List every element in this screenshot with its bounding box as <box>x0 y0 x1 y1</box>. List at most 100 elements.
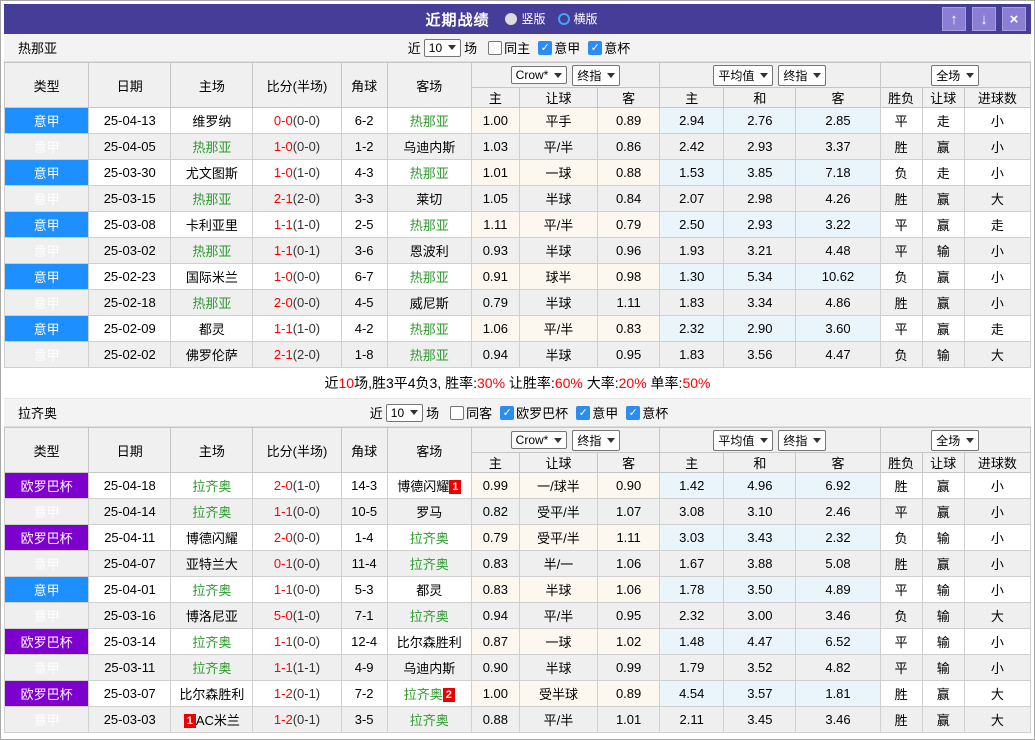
away-team-name: 威尼斯 <box>409 296 449 311</box>
fulltime-score: 2-1 <box>273 347 293 362</box>
fulltime-score: 1-0 <box>273 165 293 180</box>
column-header: 比分(半场) <box>252 62 342 108</box>
fulltime-score: 1-0 <box>273 139 293 154</box>
radio-label: 横版 <box>573 12 598 26</box>
result-wdl: 平 <box>879 211 923 238</box>
radio-icon <box>557 12 570 25</box>
result-goals: 小 <box>963 524 1032 551</box>
red-card-badge: 1 <box>449 480 462 494</box>
layout-radio-horizontal[interactable]: 横版 <box>557 10 598 27</box>
result-goals: 小 <box>963 289 1032 316</box>
match-date: 25-04-13 <box>88 107 172 134</box>
ah-line: 平/半 <box>518 315 599 342</box>
result-goals: 小 <box>963 263 1032 290</box>
score-cell: 0-0(0-0) <box>252 107 342 134</box>
filter-checkbox[interactable]: ✓ <box>500 405 515 420</box>
away-team-name: 博德闪耀 <box>397 479 450 494</box>
home-team: 拉齐奥 <box>170 498 254 525</box>
column-subheader: 主 <box>470 452 520 473</box>
filter-checkbox[interactable]: ✓ <box>626 405 641 420</box>
away-team: 拉齐奥 <box>386 602 472 629</box>
eu-draw-odds: 3.45 <box>723 706 797 733</box>
result-handicap: 赢 <box>921 472 965 499</box>
final-index-select[interactable]: 终指 <box>778 429 827 451</box>
eu-draw-odds: 3.85 <box>723 159 797 186</box>
halftime-score: (1-0) <box>292 165 321 180</box>
fulltime-score: 1-2 <box>273 686 293 701</box>
match-count-select[interactable]: 10 <box>385 403 424 422</box>
chevron-down-icon <box>813 437 822 443</box>
eu-away-odds: 10.62 <box>795 263 881 290</box>
match-row: 意甲 25-03-02 热那亚 1-1(0-1) 3-6 恩波利 0.93 半球 0.96 1.9… <box>3 237 1032 264</box>
ah-line: 半球 <box>518 237 599 264</box>
eu-draw-odds: 4.47 <box>723 628 797 655</box>
summary-segment: 60% <box>554 375 583 391</box>
final-index-select[interactable]: 终指 <box>778 64 827 86</box>
away-team: 莱切 <box>386 185 472 212</box>
filter-checkbox[interactable] <box>450 405 465 420</box>
chevron-down-icon <box>554 437 563 443</box>
bookmaker-select[interactable]: Crow* <box>510 66 568 84</box>
result-wdl: 胜 <box>879 550 923 577</box>
final-index-select[interactable]: 终指 <box>572 64 621 86</box>
ah-home-odds: 1.00 <box>470 680 520 707</box>
result-goals: 小 <box>963 237 1032 264</box>
result-goals: 大 <box>963 680 1032 707</box>
away-team: 乌迪内斯 <box>386 654 472 681</box>
ah-line: 一球 <box>518 628 599 655</box>
summary-segment: 50% <box>682 375 711 391</box>
column-subheader: 进球数 <box>963 87 1032 108</box>
league-type: 意甲 <box>3 341 90 368</box>
fulltime-select[interactable]: 全场 <box>931 429 980 451</box>
filter-checkbox[interactable]: ✓ <box>576 405 591 420</box>
fulltime-select[interactable]: 全场 <box>931 64 980 86</box>
chevron-down-icon <box>554 72 563 78</box>
move-down-button[interactable]: ↓ <box>972 7 996 31</box>
away-team-name: 拉齐奥 <box>409 557 449 572</box>
move-up-button[interactable]: ↑ <box>942 7 966 31</box>
average-select[interactable]: 平均值 <box>713 64 774 86</box>
eu-away-odds: 4.89 <box>795 576 881 603</box>
bookmaker-select[interactable]: Crow* <box>510 431 568 449</box>
eu-away-odds: 2.85 <box>795 107 881 134</box>
column-header: 类型 <box>3 427 90 473</box>
home-team-name: 佛罗伦萨 <box>185 348 238 363</box>
summary-segment: 20% <box>618 375 647 391</box>
league-type: 欧罗巴杯 <box>3 524 90 551</box>
halftime-score: (0-0) <box>292 556 321 571</box>
window-buttons: ↑ ↓ × <box>942 7 1026 31</box>
home-team-name: 拉齐奥 <box>192 479 232 494</box>
league-type: 意甲 <box>3 211 90 238</box>
ah-away-odds: 0.88 <box>597 159 661 186</box>
halftime-score: (1-0) <box>292 478 321 493</box>
odds-group-selects: Crow* 终指 <box>472 429 659 451</box>
away-team-name: 莱切 <box>416 192 443 207</box>
corner-score: 3-3 <box>340 185 388 212</box>
halftime-score: (1-0) <box>292 608 321 623</box>
filter-checkbox[interactable]: ✓ <box>538 40 553 55</box>
filter-checkbox[interactable] <box>488 40 503 55</box>
filter-checkbox[interactable]: ✓ <box>588 40 603 55</box>
away-team: 拉齐奥 <box>386 706 472 733</box>
close-button[interactable]: × <box>1002 7 1026 31</box>
league-type: 意甲 <box>3 237 90 264</box>
column-subheader: 胜负 <box>879 452 923 473</box>
eu-away-odds: 2.46 <box>795 498 881 525</box>
average-select[interactable]: 平均值 <box>713 429 774 451</box>
away-team-name: 热那亚 <box>409 322 449 337</box>
eu-draw-odds: 3.43 <box>723 524 797 551</box>
halftime-score: (0-0) <box>292 139 321 154</box>
ah-home-odds: 0.83 <box>470 576 520 603</box>
eu-home-odds: 1.83 <box>659 289 725 316</box>
league-type: 意甲 <box>3 107 90 134</box>
home-team: 拉齐奥 <box>170 472 254 499</box>
ah-away-odds: 1.11 <box>597 524 661 551</box>
red-card-badge: 1 <box>183 714 196 728</box>
final-index-select[interactable]: 终指 <box>572 429 621 451</box>
match-count-select[interactable]: 10 <box>423 38 462 57</box>
result-wdl: 胜 <box>879 289 923 316</box>
league-type: 意甲 <box>3 289 90 316</box>
layout-radio-vertical[interactable]: 竖版 <box>505 10 546 27</box>
corner-score: 14-3 <box>340 472 388 499</box>
fulltime-score: 0-1 <box>273 556 293 571</box>
